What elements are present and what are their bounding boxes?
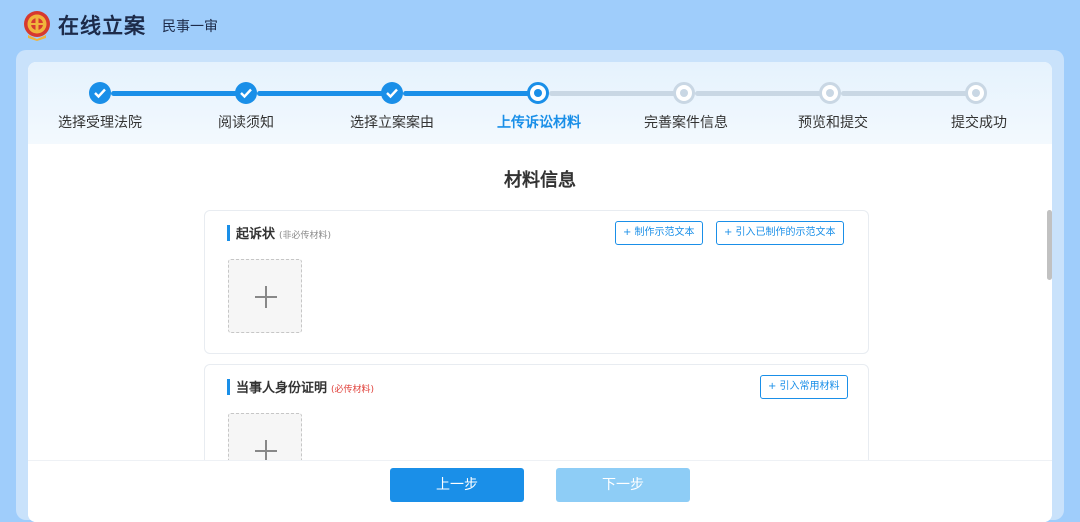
step-6-pending-icon [819,82,841,104]
case-type-label: 民事一审 [162,19,218,35]
header: 在线立案 民事一审 [0,0,1080,50]
step-4-current-icon [527,82,549,104]
step-3-check-icon [381,82,403,104]
required-note: (必传材料) [331,385,375,395]
plus-icon [255,286,277,308]
complaint-panel: 起诉状 (非必传材料) + 制作示范文本 + 引入已制作的示范文本 [204,210,869,354]
step-5-pending-icon [673,82,695,104]
panel-heading: 当事人身份证明 (必传材料) [227,379,375,396]
prev-step-button[interactable]: 上一步 [390,468,524,502]
next-step-button[interactable]: 下一步 [556,468,690,502]
step-connector [257,91,387,96]
step-label-7: 提交成功 [951,115,1007,131]
scrollbar-thumb[interactable] [1047,210,1052,280]
import-common-material-button[interactable]: + 引入常用材料 [760,375,848,399]
complaint-upload-button[interactable] [228,259,302,333]
step-connector [695,91,825,96]
panel-heading: 起诉状 (非必传材料) [227,225,332,242]
step-label-1: 选择受理法院 [58,115,142,131]
step-label-6: 预览和提交 [798,115,868,131]
app-title: 在线立案 [58,14,146,38]
step-label-5: 完善案件信息 [644,115,728,131]
panel-name: 当事人身份证明 [236,381,328,396]
panel-name: 起诉状 [236,227,276,242]
step-connector [403,91,533,96]
step-label-4: 上传诉讼材料 [497,115,581,131]
import-template-button[interactable]: + 引入已制作的示范文本 [716,221,844,245]
step-connector [841,91,971,96]
progress-steps: 选择受理法院 阅读须知 选择立案案由 上传诉讼材料 完善案件信息 预览和提交 提… [28,62,1052,144]
step-2-check-icon [235,82,257,104]
plus-icon [255,440,277,462]
step-label-3: 选择立案案由 [350,115,434,131]
make-template-button[interactable]: + 制作示范文本 [615,221,703,245]
step-connector [549,91,679,96]
optional-note: (非必传材料) [279,231,332,241]
footer-actions: 上一步 下一步 [28,460,1052,522]
main-card: 选择受理法院 阅读须知 选择立案案由 上传诉讼材料 完善案件信息 预览和提交 提… [28,62,1052,522]
step-label-2: 阅读须知 [218,115,274,131]
section-title: 材料信息 [504,170,576,191]
step-connector [111,91,241,96]
step-7-pending-icon [965,82,987,104]
court-emblem-icon [22,9,52,41]
step-1-check-icon [89,82,111,104]
